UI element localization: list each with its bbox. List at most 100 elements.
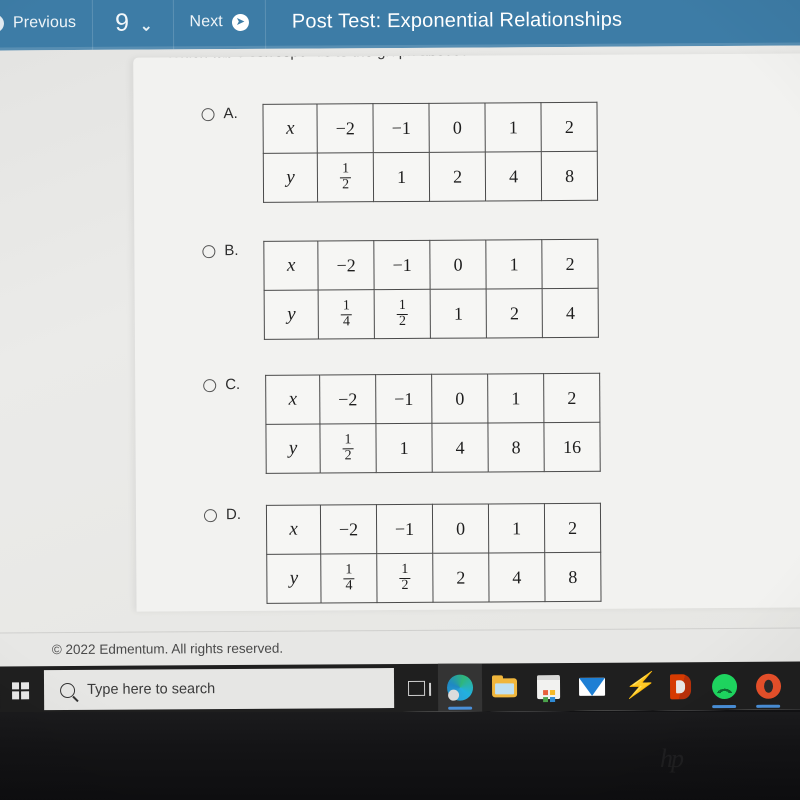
table-row-y: y 14 12 1 2 4 xyxy=(264,288,599,340)
y-cell: 1 xyxy=(375,423,433,473)
question-number-dropdown[interactable]: 9 ⌄ xyxy=(92,0,174,50)
radio-button-d[interactable] xyxy=(203,509,218,523)
y-cell: 12 xyxy=(319,423,377,473)
microsoft-office-icon[interactable] xyxy=(669,673,691,699)
answer-table-d: x −2 −1 0 1 2 y 14 12 2 4 8 xyxy=(265,502,602,604)
y-cell: 12 xyxy=(374,289,431,339)
taskbar-item[interactable] xyxy=(394,664,438,712)
mail-icon[interactable] xyxy=(578,677,606,696)
x-cell: −2 xyxy=(317,103,374,154)
next-button[interactable]: Next ➤ xyxy=(173,0,266,50)
x-label-cell: x xyxy=(266,504,321,555)
answer-option-c[interactable]: C. x −2 −1 0 1 2 y 12 1 4 8 16 xyxy=(203,372,601,474)
lightning-bolt-icon[interactable]: ⚡ xyxy=(623,672,654,699)
screen-content: Previous 9 ⌄ Next ➤ Post Test: Exponenti… xyxy=(0,0,800,715)
table-row-x: x −2 −1 0 1 2 xyxy=(266,503,601,555)
x-cell: −1 xyxy=(375,374,432,424)
table-row-y: y 12 1 2 4 8 xyxy=(263,151,598,203)
circle-right-arrow-icon[interactable]: ➤ xyxy=(231,13,249,31)
search-icon xyxy=(60,682,76,698)
table-row-x: x −2 −1 0 1 2 xyxy=(264,239,599,291)
x-label-cell: x xyxy=(263,104,318,154)
taskbar-item[interactable] xyxy=(746,662,790,710)
taskbar-item[interactable] xyxy=(482,663,526,711)
x-cell: 2 xyxy=(541,239,599,289)
copyright-text: © 2022 Edmentum. All rights reserved. xyxy=(51,640,284,657)
x-cell: −1 xyxy=(374,240,431,290)
y-cell: 8 xyxy=(541,151,598,201)
circle-back-arrow-icon[interactable] xyxy=(0,14,5,33)
previous-button[interactable]: Previous xyxy=(0,0,94,51)
opera-gx-icon[interactable] xyxy=(755,673,781,699)
fraction: 12 xyxy=(399,562,411,593)
x-cell: 2 xyxy=(541,102,598,152)
y-cell: 2 xyxy=(429,151,486,202)
option-letter-a: A. xyxy=(223,104,238,123)
question-card: Which table corresponds to the graph abo… xyxy=(133,53,800,612)
taskbar-item[interactable] xyxy=(570,663,614,711)
table-row-y: y 14 12 2 4 8 xyxy=(266,552,602,604)
windows-taskbar: Type here to search ⚡ xyxy=(0,661,800,715)
spotify-icon[interactable] xyxy=(711,673,737,699)
y-cell: 2 xyxy=(432,552,490,603)
answer-table-b: x −2 −1 0 1 2 y 14 12 1 2 4 xyxy=(263,238,600,340)
x-label-cell: x xyxy=(265,374,320,425)
taskbar-item[interactable] xyxy=(526,663,570,711)
y-cell: 8 xyxy=(544,552,602,602)
x-cell: 0 xyxy=(429,239,487,290)
radio-button-b[interactable] xyxy=(202,245,216,259)
taskbar-item[interactable] xyxy=(790,661,800,709)
answer-option-d[interactable]: D. x −2 −1 0 1 2 y 14 12 2 4 8 xyxy=(203,502,602,604)
y-cell: 4 xyxy=(542,288,599,338)
laptop-screen-photo: Previous 9 ⌄ Next ➤ Post Test: Exponenti… xyxy=(0,0,800,800)
y-cell: 12 xyxy=(376,553,434,603)
y-label-cell: y xyxy=(265,423,321,474)
y-cell: 8 xyxy=(487,422,545,472)
chevron-down-icon[interactable]: ⌄ xyxy=(140,17,153,35)
previous-label: Previous xyxy=(12,13,77,32)
y-cell: 1 xyxy=(373,152,430,202)
file-explorer-icon[interactable] xyxy=(491,677,517,697)
search-input[interactable]: Type here to search xyxy=(43,668,395,711)
y-label-cell: y xyxy=(263,153,318,203)
y-cell: 4 xyxy=(485,151,542,201)
y-cell: 1 xyxy=(430,288,487,339)
fraction: 14 xyxy=(343,563,355,594)
taskbar-item[interactable] xyxy=(658,662,702,710)
y-cell: 12 xyxy=(317,152,374,202)
answer-table-a: x −2 −1 0 1 2 y 12 1 2 4 8 xyxy=(262,101,599,203)
x-cell: −2 xyxy=(318,240,375,290)
page-footer: © 2022 Edmentum. All rights reserved. xyxy=(0,627,800,667)
task-view-icon[interactable] xyxy=(407,680,425,696)
table-row-y: y 12 1 4 8 16 xyxy=(265,422,601,474)
table-row-x: x −2 −1 0 1 2 xyxy=(265,373,600,425)
answer-option-b[interactable]: B. x −2 −1 0 1 2 y 14 12 1 2 4 xyxy=(202,238,600,340)
question-number: 9 xyxy=(114,8,130,37)
x-cell: 1 xyxy=(485,102,542,152)
radio-button-a[interactable] xyxy=(201,108,215,122)
x-cell: 1 xyxy=(485,239,543,289)
y-label-cell: y xyxy=(266,553,322,604)
x-label-cell: x xyxy=(264,240,319,291)
radio-button-c[interactable] xyxy=(203,379,217,393)
taskbar-item[interactable]: ⚡ xyxy=(614,662,658,710)
x-cell: 0 xyxy=(429,102,486,153)
answer-option-a[interactable]: A. x −2 −1 0 1 2 y 12 1 2 4 8 xyxy=(201,101,599,203)
y-cell: 16 xyxy=(543,422,601,472)
y-cell: 4 xyxy=(488,552,546,602)
y-cell: 2 xyxy=(486,288,543,338)
start-button[interactable] xyxy=(0,666,44,714)
x-cell: 1 xyxy=(487,373,544,423)
x-cell: 0 xyxy=(432,503,489,554)
y-cell: 4 xyxy=(431,422,489,473)
fraction: 14 xyxy=(340,299,353,330)
microsoft-store-icon[interactable] xyxy=(536,675,560,700)
y-cell: 14 xyxy=(318,289,375,339)
taskbar-app-icons: ⚡ xyxy=(394,661,800,712)
y-label-cell: y xyxy=(264,289,319,340)
windows-logo-icon[interactable] xyxy=(11,681,29,699)
taskbar-item[interactable] xyxy=(437,663,483,712)
microsoft-edge-icon[interactable] xyxy=(446,674,474,701)
taskbar-item[interactable] xyxy=(702,662,746,710)
app-top-bar: Previous 9 ⌄ Next ➤ Post Test: Exponenti… xyxy=(0,0,800,51)
